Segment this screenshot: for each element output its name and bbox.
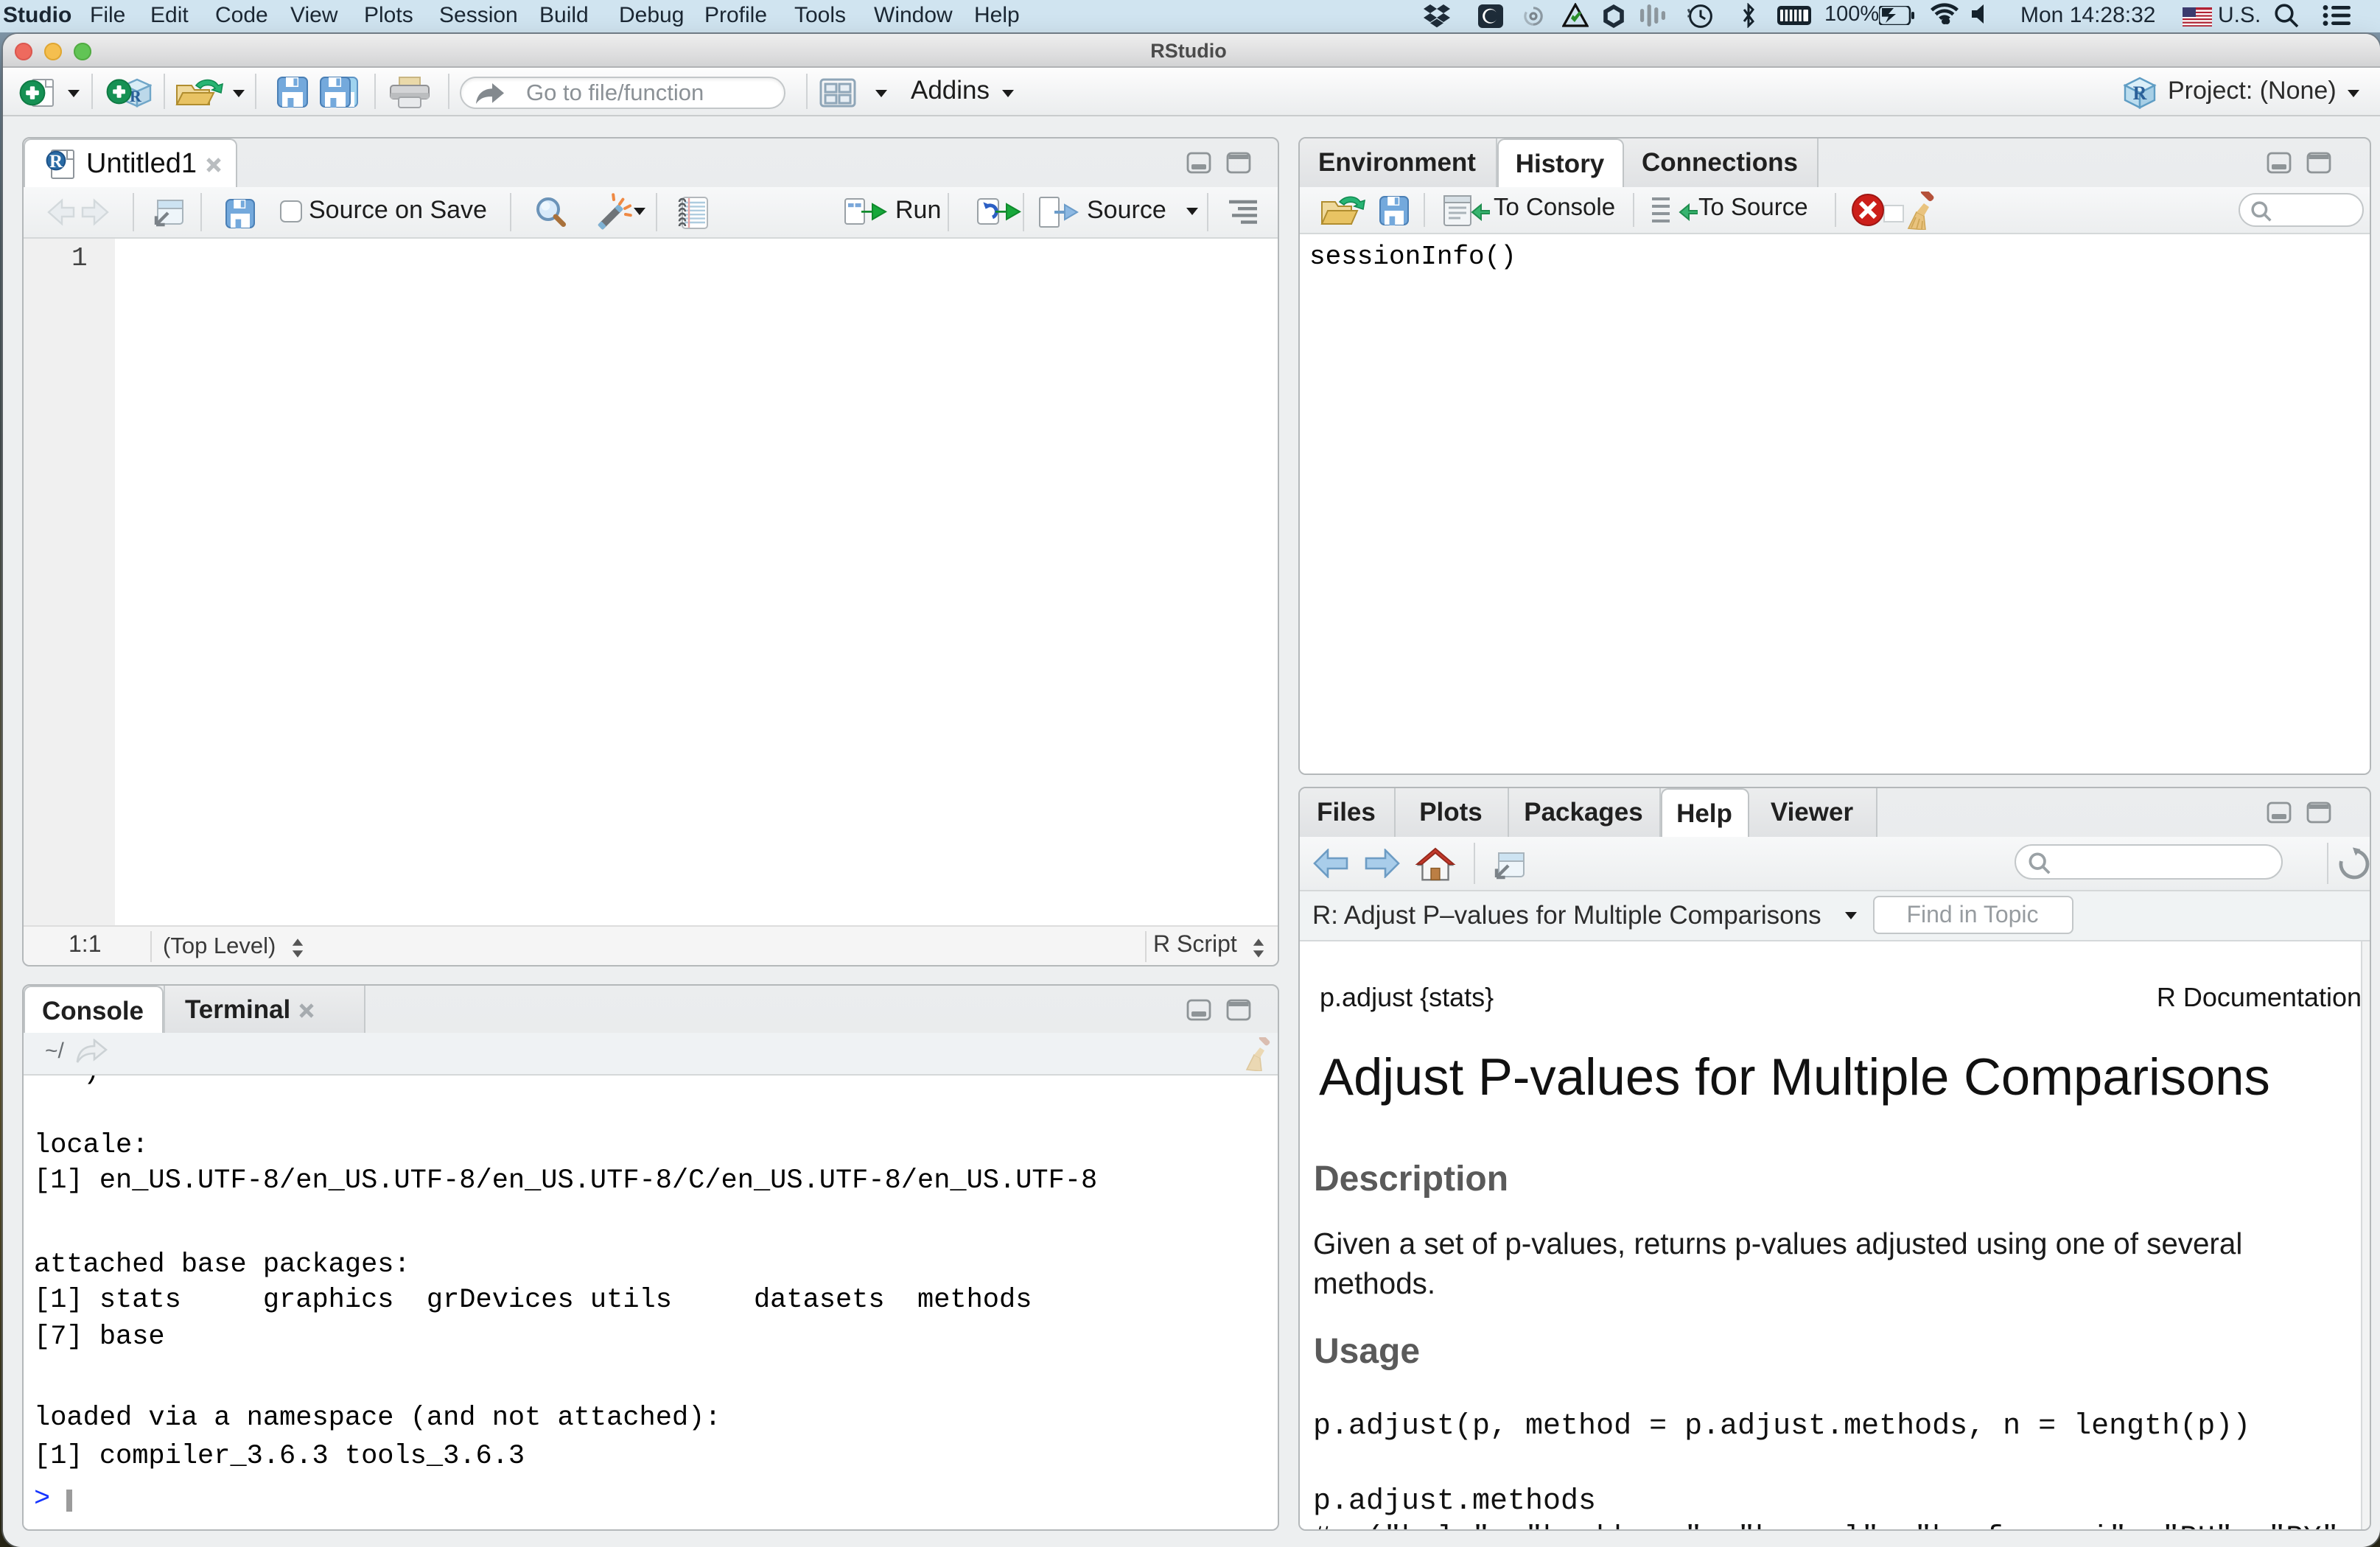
svg-text:R: R [49, 152, 63, 172]
svg-text:R: R [2133, 83, 2147, 104]
svg-text:R: R [130, 87, 142, 105]
